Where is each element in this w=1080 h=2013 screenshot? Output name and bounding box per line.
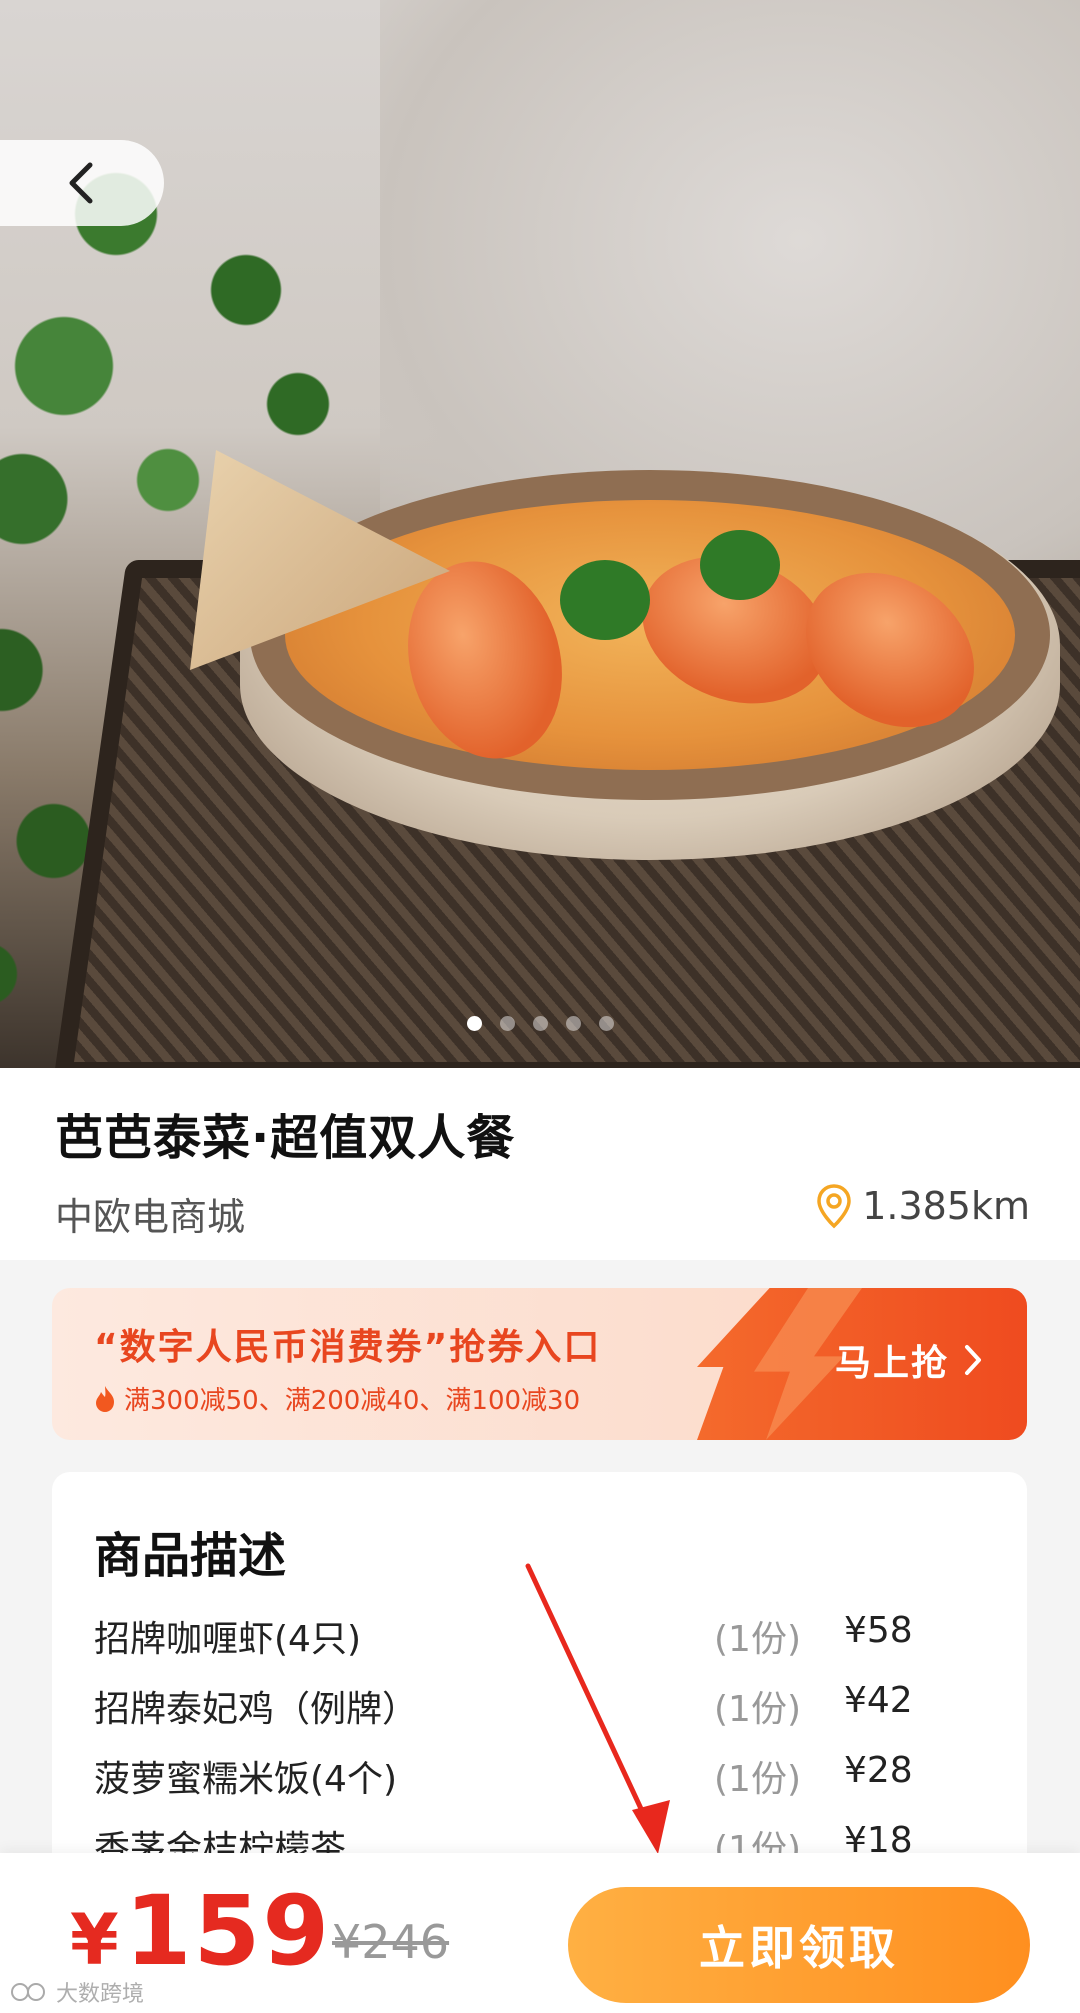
carousel-dot[interactable]	[532, 1016, 548, 1031]
carousel-dot[interactable]	[466, 1016, 482, 1031]
list-item: 招牌泰妃鸡（例牌） (1份) ¥42	[94, 1680, 934, 1740]
currency-symbol: ¥	[70, 1899, 119, 1981]
description-title: 商品描述	[94, 1528, 287, 1584]
watermark-logo-icon	[11, 1983, 45, 2001]
banner-subtitle-text: 满300减50、满200减40、满100减30	[124, 1386, 581, 1416]
list-item: 菠萝蜜糯米饭(4个) (1份) ¥28	[94, 1750, 934, 1810]
distance-value: 1.385km	[862, 1184, 1030, 1228]
watermark: 大数跨境	[10, 1976, 144, 2008]
flame-icon	[96, 1385, 114, 1412]
carousel-dot[interactable]	[598, 1016, 614, 1031]
original-price: ¥246	[332, 1915, 450, 1969]
herb-garnish	[700, 530, 780, 600]
carousel-dot[interactable]	[565, 1016, 581, 1031]
herb-garnish	[560, 560, 650, 640]
item-name: 招牌泰妃鸡（例牌）	[94, 1689, 419, 1730]
chevron-right-icon	[965, 1345, 981, 1375]
item-price: ¥58	[844, 1610, 913, 1651]
carousel-dot[interactable]	[499, 1016, 515, 1031]
product-info: 芭芭泰菜·超值双人餐 中欧电商城 1.385km	[0, 1068, 1080, 1260]
claim-now-button[interactable]: 立即领取	[568, 1887, 1030, 2003]
banner-headline: “数字人民币消费券”抢券入口	[94, 1327, 602, 1368]
list-item: 招牌咖喱虾(4只) (1份) ¥58	[94, 1610, 934, 1670]
item-price: ¥28	[844, 1750, 913, 1791]
distance-info[interactable]: 1.385km	[816, 1183, 1030, 1229]
grab-coupon-button[interactable]: 马上抢	[835, 1334, 983, 1386]
item-name: 菠萝蜜糯米饭(4个)	[94, 1759, 397, 1800]
bottom-purchase-bar: ¥ 159 ¥246 立即领取	[0, 1853, 1080, 2013]
product-image-carousel[interactable]	[0, 0, 1080, 1068]
item-quantity: (1份)	[714, 1759, 801, 1800]
watermark-text: 大数跨境	[56, 1982, 145, 2007]
back-button[interactable]	[0, 140, 164, 226]
chevron-left-icon	[69, 162, 93, 204]
carousel-indicator	[0, 1016, 1080, 1031]
grab-coupon-label: 马上抢	[834, 1343, 949, 1384]
coupon-banner[interactable]: “数字人民币消费券”抢券入口 满300减50、满200减40、满100减30 马…	[52, 1288, 1027, 1440]
banner-subtitle: 满300减50、满200减40、满100减30	[94, 1380, 580, 1417]
item-quantity: (1份)	[714, 1689, 801, 1730]
location-pin-icon	[817, 1184, 851, 1229]
current-price: ¥ 159	[70, 1875, 331, 1987]
product-title: 芭芭泰菜·超值双人餐	[55, 1110, 516, 1166]
item-name: 招牌咖喱虾(4只)	[94, 1619, 361, 1660]
price-value: 159	[124, 1875, 332, 1987]
item-quantity: (1份)	[714, 1619, 801, 1660]
mall-name[interactable]: 中欧电商城	[55, 1186, 245, 1241]
item-price: ¥42	[844, 1680, 913, 1721]
